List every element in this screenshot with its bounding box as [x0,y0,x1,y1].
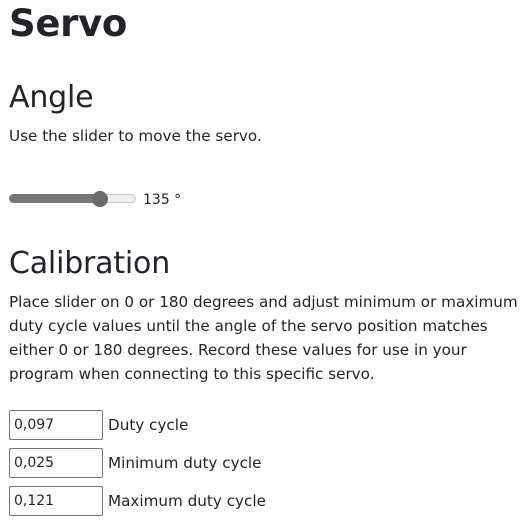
duty-cycle-label: Duty cycle [108,416,189,434]
min-duty-cycle-row: Minimum duty cycle [9,448,262,478]
angle-heading: Angle [9,80,94,115]
angle-slider-row: 135 ° [9,187,181,211]
max-duty-cycle-row: Maximum duty cycle [9,486,266,516]
duty-cycle-input[interactable] [9,410,103,440]
page-title: Servo [9,2,128,45]
duty-cycle-row: Duty cycle [9,410,188,440]
angle-description: Use the slider to move the servo. [9,127,262,145]
calibration-heading: Calibration [9,246,171,281]
max-duty-cycle-label: Maximum duty cycle [108,492,266,510]
slider-fill [9,194,101,203]
slider-thumb[interactable] [92,191,109,207]
calibration-description: Place slider on 0 or 180 degrees and adj… [9,293,518,383]
min-duty-cycle-label: Minimum duty cycle [108,454,262,472]
angle-slider[interactable] [9,187,136,211]
angle-value-label: 135 ° [143,191,182,208]
min-duty-cycle-input[interactable] [9,448,103,478]
max-duty-cycle-input[interactable] [9,486,103,516]
